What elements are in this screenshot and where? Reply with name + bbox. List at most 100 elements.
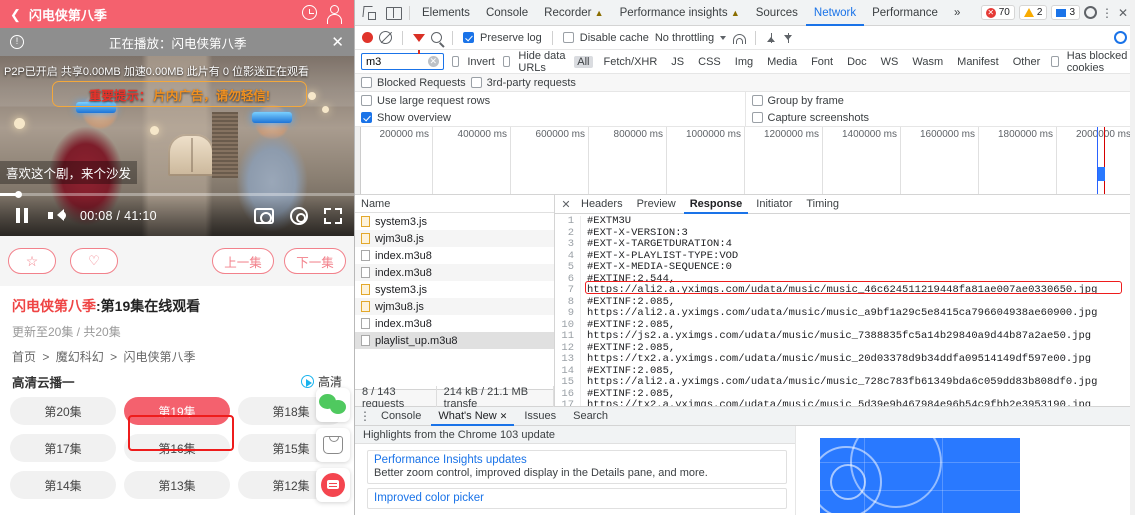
filter-input[interactable] bbox=[366, 55, 428, 68]
group-by-frame-label[interactable]: Group by frame bbox=[768, 95, 844, 107]
third-party-checkbox[interactable] bbox=[470, 77, 482, 88]
group-by-frame-checkbox[interactable] bbox=[751, 95, 763, 106]
fullscreen-icon[interactable] bbox=[324, 208, 342, 224]
table-row[interactable]: system3.js bbox=[355, 213, 554, 230]
whats-new-title[interactable]: Performance Insights updates bbox=[374, 454, 780, 466]
episode-button[interactable]: 第13集 bbox=[124, 471, 230, 499]
kebab-menu-icon[interactable]: ⋮ bbox=[359, 409, 371, 423]
episode-button[interactable]: 第17集 bbox=[10, 434, 116, 462]
network-settings-gear-icon[interactable] bbox=[1114, 31, 1127, 44]
preserve-log-label[interactable]: Preserve log bbox=[480, 32, 542, 44]
capture-screenshots-checkbox[interactable] bbox=[751, 112, 763, 123]
episode-button[interactable]: 第16集 bbox=[124, 434, 230, 462]
filter-type-css[interactable]: CSS bbox=[695, 56, 724, 68]
tab-recorder[interactable]: Recorder ▲ bbox=[536, 0, 611, 26]
hide-data-urls-label[interactable]: Hide data URLs bbox=[518, 50, 566, 74]
tab-response[interactable]: Response bbox=[684, 195, 749, 214]
tab-more-overflow[interactable]: » bbox=[946, 0, 968, 26]
show-overview-label[interactable]: Show overview bbox=[377, 112, 451, 124]
merch-button[interactable] bbox=[316, 428, 350, 462]
tab-preview[interactable]: Preview bbox=[631, 195, 682, 214]
table-row[interactable]: index.m3u8 bbox=[355, 247, 554, 264]
chevron-down-icon[interactable] bbox=[720, 35, 727, 40]
filter-type-doc[interactable]: Doc bbox=[844, 56, 870, 68]
invert-checkbox[interactable] bbox=[451, 56, 460, 67]
favorite-button[interactable]: ☆ bbox=[8, 248, 56, 274]
device-toolbar-icon[interactable] bbox=[383, 3, 403, 23]
filter-type-js[interactable]: JS bbox=[668, 56, 687, 68]
drawer-tab-issues[interactable]: Issues bbox=[517, 407, 563, 426]
tab-console[interactable]: Console bbox=[478, 0, 536, 26]
request-list-body[interactable]: system3.js wjm3u8.js index.m3u8 index.m3… bbox=[355, 213, 554, 389]
pause-icon[interactable] bbox=[12, 206, 32, 226]
close-panel-icon[interactable]: ✕ bbox=[559, 198, 573, 211]
episode-button[interactable]: 第14集 bbox=[10, 471, 116, 499]
invert-label[interactable]: Invert bbox=[467, 56, 495, 68]
disable-cache-checkbox[interactable] bbox=[562, 32, 574, 43]
tab-network[interactable]: Network bbox=[806, 0, 864, 26]
disable-cache-label[interactable]: Disable cache bbox=[580, 32, 649, 44]
show-overview-checkbox[interactable] bbox=[361, 112, 372, 123]
tab-sources[interactable]: Sources bbox=[748, 0, 806, 26]
table-row-selected[interactable]: playlist_up.m3u8 bbox=[355, 332, 554, 349]
filter-type-media[interactable]: Media bbox=[764, 56, 800, 68]
user-icon[interactable] bbox=[326, 5, 344, 24]
network-conditions-icon[interactable] bbox=[732, 32, 747, 44]
video-player[interactable]: P2P已开启 共享0.00MB 加速0.00MB 此片有 0 位影迷正在观看 重… bbox=[0, 56, 354, 236]
warning-count-badge[interactable]: 2 bbox=[1018, 5, 1048, 20]
filter-type-fetch-xhr[interactable]: Fetch/XHR bbox=[601, 56, 661, 68]
gear-icon[interactable] bbox=[1084, 6, 1097, 19]
clear-input-icon[interactable]: ✕ bbox=[427, 56, 439, 67]
table-row[interactable]: index.m3u8 bbox=[355, 264, 554, 281]
like-button[interactable]: ♡ bbox=[70, 248, 118, 274]
volume-icon[interactable] bbox=[46, 206, 66, 226]
blocked-requests-checkbox[interactable] bbox=[361, 77, 372, 88]
hide-data-urls-checkbox[interactable] bbox=[502, 56, 511, 67]
episode-button-active[interactable]: 第19集 bbox=[124, 397, 230, 425]
wechat-share-button[interactable] bbox=[316, 388, 350, 422]
list-item[interactable]: Improved color picker bbox=[367, 488, 787, 509]
filter-input-wrapper[interactable]: ✕ bbox=[361, 53, 444, 70]
tab-performance[interactable]: Performance bbox=[864, 0, 946, 26]
throttling-select[interactable]: No throttling bbox=[655, 32, 714, 44]
filter-type-manifest[interactable]: Manifest bbox=[954, 56, 1002, 68]
filter-type-img[interactable]: Img bbox=[732, 56, 756, 68]
prev-episode-button[interactable]: 上一集 bbox=[212, 248, 274, 274]
inspect-element-icon[interactable] bbox=[359, 3, 379, 23]
table-row[interactable]: wjm3u8.js bbox=[355, 298, 554, 315]
whats-new-title[interactable]: Improved color picker bbox=[374, 492, 780, 504]
search-icon[interactable] bbox=[431, 32, 442, 43]
table-row[interactable]: wjm3u8.js bbox=[355, 230, 554, 247]
blocked-requests-label[interactable]: Blocked Requests bbox=[377, 77, 466, 89]
filter-type-other[interactable]: Other bbox=[1010, 56, 1044, 68]
breadcrumb-item-series[interactable]: 闪电侠第八季 bbox=[123, 350, 195, 364]
filter-type-font[interactable]: Font bbox=[808, 56, 836, 68]
import-har-icon[interactable] bbox=[766, 32, 777, 44]
tab-elements[interactable]: Elements bbox=[414, 0, 478, 26]
breadcrumb-item-genre[interactable]: 魔幻科幻 bbox=[56, 350, 104, 364]
tab-headers[interactable]: Headers bbox=[575, 195, 629, 214]
filter-type-ws[interactable]: WS bbox=[878, 56, 902, 68]
filter-type-wasm[interactable]: Wasm bbox=[909, 56, 946, 68]
close-icon[interactable]: ✕ bbox=[331, 33, 344, 51]
next-episode-button[interactable]: 下一集 bbox=[284, 248, 346, 274]
breadcrumb-item-home[interactable]: 首页 bbox=[12, 350, 36, 364]
has-blocked-cookies-checkbox[interactable] bbox=[1051, 56, 1059, 67]
response-body-viewer[interactable]: 1 #EXTM3U 2 #EXT-X-VERSION:3 3 #EXT-X-TARGE… bbox=[555, 214, 1135, 406]
filter-funnel-icon[interactable] bbox=[413, 33, 425, 54]
close-icon[interactable]: ✕ bbox=[1117, 6, 1129, 20]
clear-icon[interactable] bbox=[379, 31, 392, 44]
drawer-tab-search[interactable]: Search bbox=[566, 407, 615, 426]
use-large-rows-checkbox[interactable] bbox=[361, 95, 372, 106]
tab-timing[interactable]: Timing bbox=[800, 195, 845, 214]
drawer-tab-console[interactable]: Console bbox=[374, 407, 428, 426]
back-chevron-icon[interactable]: ❮ bbox=[10, 8, 21, 21]
network-overview-timeline[interactable]: 200000 ms 400000 ms 600000 ms 800000 ms … bbox=[355, 127, 1135, 195]
has-blocked-cookies-label[interactable]: Has blocked cookies bbox=[1067, 50, 1129, 74]
record-button[interactable] bbox=[362, 32, 373, 43]
drawer-tab-whats-new[interactable]: What's New ✕ bbox=[431, 407, 514, 426]
use-large-rows-label[interactable]: Use large request rows bbox=[377, 95, 490, 107]
third-party-label[interactable]: 3rd-party requests bbox=[487, 77, 576, 89]
episode-button[interactable]: 第20集 bbox=[10, 397, 116, 425]
export-har-icon[interactable] bbox=[783, 32, 794, 44]
